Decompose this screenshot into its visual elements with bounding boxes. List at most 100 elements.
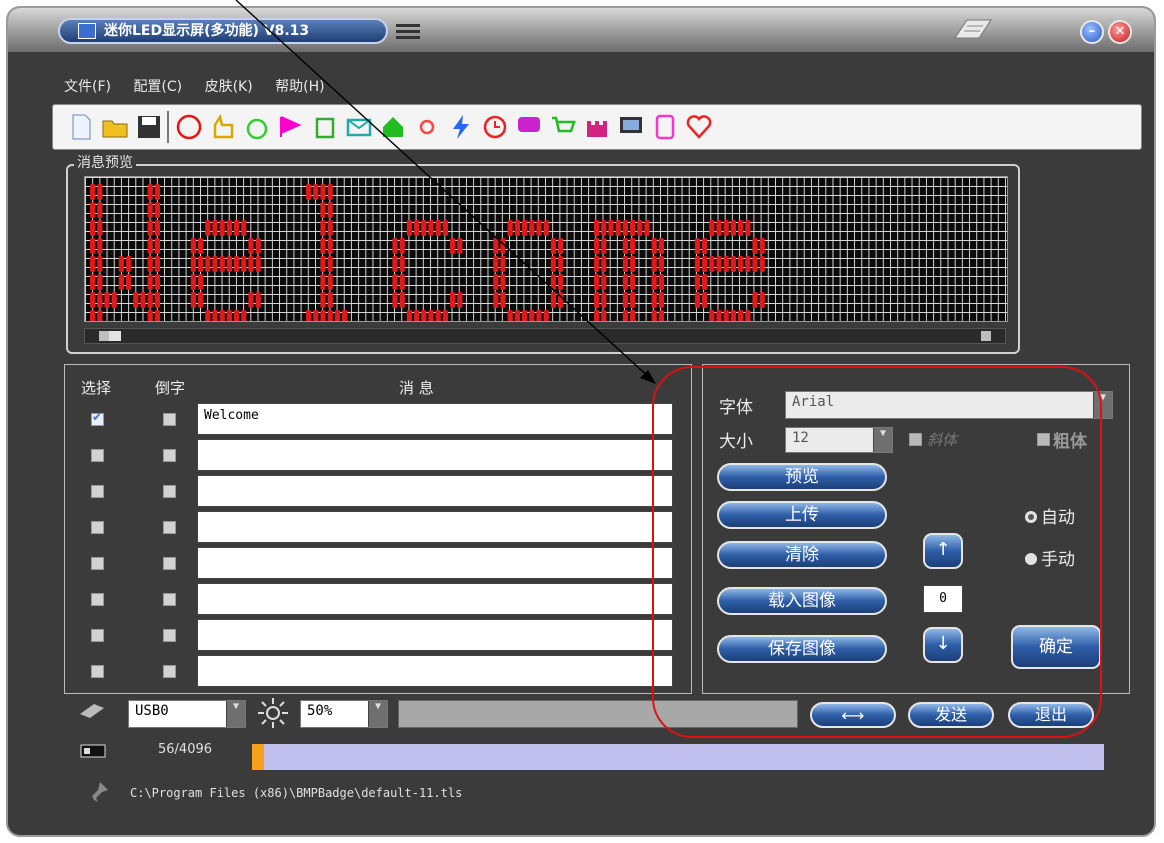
led-dot: [392, 256, 398, 272]
led-dot: [536, 220, 542, 236]
led-dot: [154, 256, 160, 272]
chat-icon[interactable]: [515, 113, 543, 141]
led-dot: [630, 220, 636, 236]
invert-checkbox[interactable]: [163, 557, 176, 570]
select-checkbox[interactable]: [91, 665, 104, 678]
led-dot: [594, 256, 600, 272]
hamburger-menu-icon[interactable]: [396, 24, 420, 40]
led-dot: [622, 238, 628, 254]
preview-scrollbar[interactable]: [84, 328, 1006, 344]
scroll-thumb[interactable]: [109, 331, 121, 341]
led-dot: [730, 310, 736, 321]
led-dot: [493, 274, 499, 290]
led-dot: [543, 310, 549, 321]
castle-icon[interactable]: [583, 113, 611, 141]
chevron-down-icon[interactable]: ▼: [226, 701, 245, 727]
sun-icon[interactable]: [413, 113, 441, 141]
led-dot: [658, 256, 664, 272]
invert-checkbox[interactable]: [163, 665, 176, 678]
select-checkbox[interactable]: [91, 485, 104, 498]
hand-icon[interactable]: [209, 113, 237, 141]
message-input[interactable]: [197, 511, 673, 543]
select-checkbox[interactable]: [91, 521, 104, 534]
led-dot: [313, 310, 319, 321]
select-checkbox[interactable]: [91, 410, 104, 426]
lightning-icon[interactable]: [447, 113, 475, 141]
led-dot: [514, 220, 520, 236]
brightness-select[interactable]: 50% ▼: [300, 700, 388, 728]
chevron-down-icon[interactable]: ▼: [368, 701, 387, 727]
led-dot: [644, 220, 650, 236]
port-select[interactable]: USB0 ▼: [128, 700, 246, 728]
led-dot: [248, 256, 254, 272]
led-dot: [723, 220, 729, 236]
flag-icon[interactable]: [277, 113, 305, 141]
new-file-icon[interactable]: [67, 113, 95, 141]
led-dot: [154, 274, 160, 290]
invert-checkbox[interactable]: [163, 593, 176, 606]
led-dot: [442, 220, 448, 236]
led-dot: [90, 256, 96, 272]
led-dot: [97, 238, 103, 254]
led-char: [90, 184, 160, 321]
message-input[interactable]: Welcome: [197, 403, 673, 435]
invert-checkbox[interactable]: [163, 629, 176, 642]
led-dot: [421, 310, 427, 321]
led-dot: [406, 310, 412, 321]
menu-skin[interactable]: 皮肤(K): [205, 79, 253, 95]
led-dot: [241, 256, 247, 272]
select-checkbox[interactable]: [91, 557, 104, 570]
select-checkbox[interactable]: [91, 593, 104, 606]
invert-checkbox[interactable]: [163, 485, 176, 498]
table-row: [65, 619, 691, 653]
message-input[interactable]: [197, 475, 673, 507]
house-icon[interactable]: [379, 113, 407, 141]
smiley-icon[interactable]: [175, 113, 203, 141]
led-dot: [90, 310, 96, 321]
led-dot: [694, 256, 700, 272]
select-checkbox[interactable]: [91, 449, 104, 462]
led-dot: [630, 256, 636, 272]
led-dot: [651, 292, 657, 308]
menu-help[interactable]: 帮助(H): [275, 79, 324, 95]
message-input[interactable]: [197, 619, 673, 651]
clock-icon[interactable]: [481, 113, 509, 141]
apple-icon[interactable]: [243, 113, 271, 141]
scroll-left-arrow[interactable]: [99, 331, 109, 341]
heart-icon[interactable]: [685, 113, 713, 141]
menu-config[interactable]: 配置(C): [133, 79, 182, 95]
open-folder-icon[interactable]: [101, 113, 129, 141]
message-input[interactable]: [197, 583, 673, 615]
led-dot: [190, 274, 196, 290]
ipod-icon[interactable]: [651, 113, 679, 141]
mail-icon[interactable]: [345, 113, 373, 141]
message-input[interactable]: [197, 439, 673, 471]
close-button[interactable]: ✕: [1108, 20, 1132, 44]
led-dot: [558, 292, 564, 308]
led-dot: [738, 310, 744, 321]
led-dot: [702, 292, 708, 308]
led-dot: [514, 310, 520, 321]
led-dot: [234, 310, 240, 321]
menu-file[interactable]: 文件(F): [64, 79, 111, 95]
trash-icon[interactable]: [311, 113, 339, 141]
save-icon[interactable]: [135, 113, 163, 141]
led-dot: [97, 202, 103, 218]
led-dot: [147, 238, 153, 254]
invert-checkbox[interactable]: [163, 413, 176, 426]
invert-checkbox[interactable]: [163, 449, 176, 462]
cart-icon[interactable]: [549, 113, 577, 141]
led-dot: [529, 220, 535, 236]
led-dot: [558, 238, 564, 254]
select-checkbox[interactable]: [91, 629, 104, 642]
scroll-right-arrow[interactable]: [981, 331, 991, 341]
led-dot: [327, 274, 333, 290]
message-input[interactable]: [197, 655, 673, 687]
message-input[interactable]: [197, 547, 673, 579]
app-icon: [78, 23, 96, 39]
led-dot: [313, 184, 319, 200]
invert-checkbox[interactable]: [163, 521, 176, 534]
minimize-button[interactable]: –: [1080, 20, 1104, 44]
monitor-icon[interactable]: [617, 113, 645, 141]
led-dot: [255, 256, 261, 272]
